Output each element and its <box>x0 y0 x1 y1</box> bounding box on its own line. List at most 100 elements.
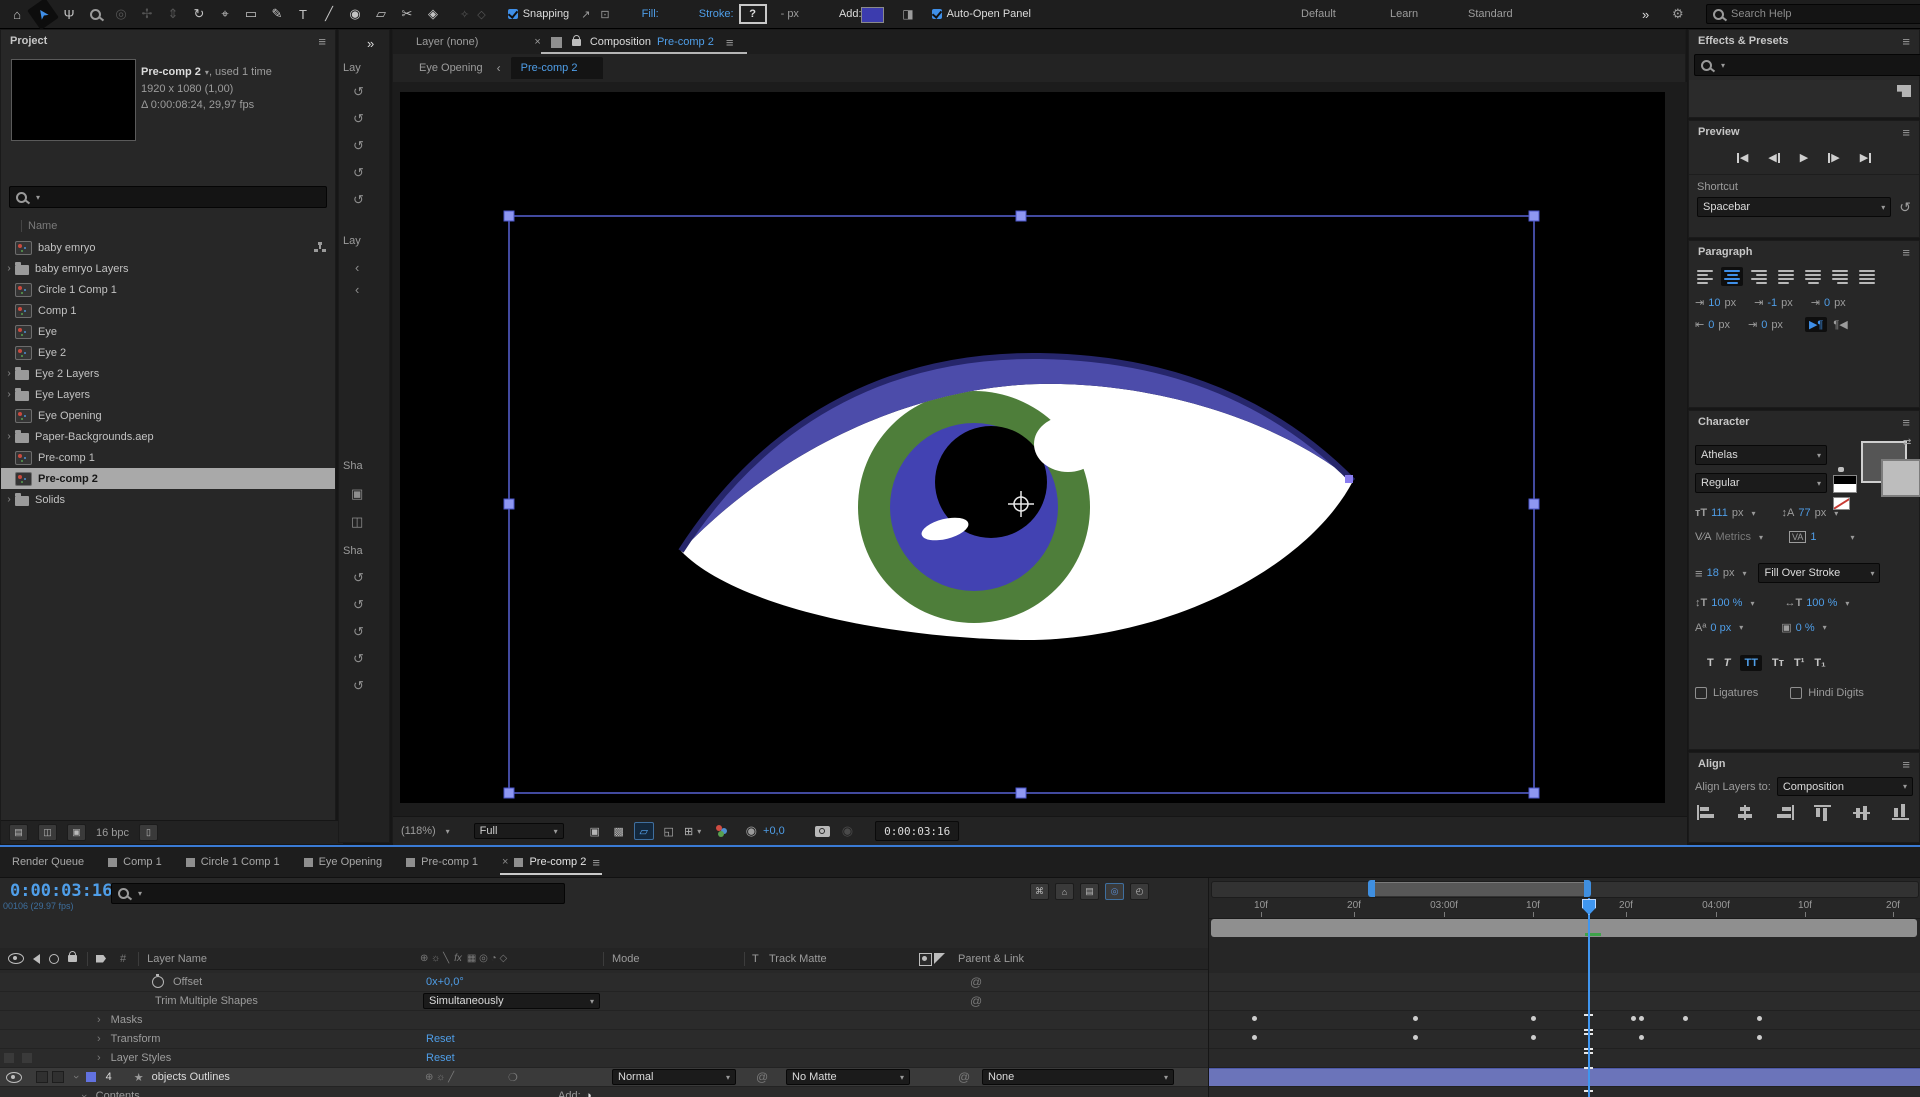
align-right-button[interactable] <box>1748 267 1770 286</box>
collapsed-tab-shape-2[interactable]: Sha <box>343 545 363 557</box>
expand-icon[interactable]: › <box>3 431 15 442</box>
collapsed-tool-icon[interactable]: ↺ <box>353 678 364 705</box>
stroke-color-swatch[interactable] <box>1881 459 1920 497</box>
motion-blur-icon[interactable]: ◎ <box>1105 883 1124 900</box>
panel-menu-icon[interactable]: ≡ <box>1902 757 1910 772</box>
dolly-camera-tool[interactable]: ⇕ <box>161 3 185 25</box>
crumb-eye-opening[interactable]: Eye Opening <box>419 62 483 74</box>
collapsed-tool-icon[interactable]: ↺ <box>353 651 364 678</box>
align-left-button[interactable] <box>1694 267 1716 286</box>
panel-menu-icon[interactable]: ≡ <box>1902 125 1910 140</box>
time-navigator-bar[interactable] <box>1211 919 1917 937</box>
timeline-tab-comp-1[interactable]: Comp 1 <box>96 847 174 877</box>
trim-multiple-shapes-row[interactable]: Trim Multiple Shapes Simultaneously▾ @ <box>0 992 1208 1011</box>
toggle-panel-icon[interactable]: ◨ <box>902 7 913 21</box>
collapsed-tool-icon[interactable]: ◫ <box>351 514 363 542</box>
font-size-value[interactable]: 111 <box>1711 507 1728 519</box>
collapsed-tool-icon[interactable]: ▣ <box>351 486 363 514</box>
baseline-shift-value[interactable]: 0 px <box>1710 622 1731 634</box>
home-tool[interactable]: ⌂ <box>5 3 29 25</box>
clone-stamp-tool[interactable]: ◉ <box>343 3 367 25</box>
panel-menu-icon[interactable]: ≡ <box>592 855 600 870</box>
project-item-comp-1[interactable]: Comp 1 <box>1 300 335 321</box>
time-ruler[interactable]: 10f20f03:00f10f20f04:00f10f20f <box>1209 898 1920 919</box>
search-options-icon[interactable]: ▾ <box>1721 61 1725 70</box>
expand-icon[interactable]: › <box>3 389 15 400</box>
collapsed-tool-icon[interactable]: ↺ <box>353 597 364 624</box>
align-center-button[interactable] <box>1721 267 1743 286</box>
reset-preview-icon[interactable]: ↺ <box>1899 199 1911 216</box>
workspace-standard[interactable]: Standard <box>1468 8 1513 20</box>
ltr-direction-button[interactable]: ▶¶ <box>1805 317 1827 332</box>
trash-icon[interactable]: ▯ <box>139 824 158 841</box>
close-tab-icon[interactable]: × <box>502 856 508 868</box>
exposure-value[interactable]: +0,0 <box>763 825 785 837</box>
play-button[interactable]: ▶ <box>1794 149 1814 166</box>
horizontal-scale-value[interactable]: 100 % <box>1806 597 1837 609</box>
masks-group-row[interactable]: › Masks <box>0 1011 1208 1030</box>
lock-column-icon[interactable] <box>68 955 77 962</box>
zoom-tool[interactable] <box>83 3 107 25</box>
snapping-checkbox[interactable] <box>508 9 518 19</box>
search-options-icon[interactable]: ▾ <box>138 889 142 898</box>
snap-to-features-icon[interactable]: ⊡ <box>600 8 609 21</box>
work-area-segment[interactable] <box>1375 882 1584 896</box>
lasso-icon[interactable]: ◇ <box>477 8 485 21</box>
workspace-learn[interactable]: Learn <box>1390 8 1418 20</box>
project-item-eye-2-layers[interactable]: ›Eye 2 Layers <box>1 363 335 384</box>
fast-previews-icon[interactable]: ▣ <box>586 823 604 839</box>
small-caps-button[interactable]: Tᴛ <box>1772 657 1784 669</box>
collapsed-tool-icon[interactable]: ↺ <box>353 138 364 165</box>
align-bottom-edges-button[interactable] <box>1892 805 1911 820</box>
leading-value[interactable]: 77 <box>1798 507 1810 519</box>
align-vertical-center-button[interactable] <box>1853 805 1872 820</box>
timeline-tab-pre-comp-2[interactable]: ×Pre-comp 2≡ <box>490 847 612 877</box>
auto-open-checkbox[interactable] <box>932 9 942 19</box>
name-column-header[interactable]: Name <box>21 220 57 232</box>
collapsed-tool-icon[interactable]: ↺ <box>353 84 364 111</box>
snap-along-edges-icon[interactable]: ↗ <box>581 8 590 21</box>
label-column-icon[interactable] <box>96 955 106 963</box>
expand-icon[interactable]: › <box>97 1014 101 1026</box>
previous-frame-button[interactable]: ◀ <box>1762 149 1785 166</box>
layer-name-column-header[interactable]: Layer Name <box>147 953 207 965</box>
blend-mode-select[interactable]: Normal▾ <box>612 1069 736 1085</box>
effects-search-box[interactable]: ▾ <box>1694 54 1920 76</box>
collapsed-tool-icon[interactable]: ↺ <box>353 624 364 651</box>
timeline-tab-render-queue[interactable]: Render Queue <box>0 847 96 877</box>
solo-column-icon[interactable] <box>49 954 59 964</box>
expand-panel-icon[interactable] <box>1897 85 1911 97</box>
stopwatch-icon[interactable] <box>152 976 164 988</box>
trim-mode-select[interactable]: Simultaneously▾ <box>423 993 600 1009</box>
justify-all-button[interactable] <box>1856 267 1878 286</box>
collapsed-tab-layer[interactable]: Lay <box>343 62 361 74</box>
interpret-footage-icon[interactable]: ▤ <box>9 824 28 841</box>
keyframe-transform[interactable] <box>1639 1035 1644 1040</box>
keyframe-masks[interactable] <box>1631 1016 1636 1021</box>
current-timecode[interactable]: 0:00:03:16 <box>10 881 112 901</box>
layer-switches[interactable]: ⊕ ☼ ╱ <box>425 1072 454 1083</box>
tab-layer[interactable]: Layer (none) <box>416 36 478 48</box>
space-after-value[interactable]: 0 <box>1761 319 1767 331</box>
subscript-button[interactable]: T₁ <box>1814 657 1825 669</box>
layer-styles-group-row[interactable]: › Layer Styles Reset <box>0 1049 1208 1068</box>
crumb-current-tab[interactable]: Pre-comp 2 <box>511 57 604 79</box>
pen-tool[interactable]: ✎ <box>265 3 289 25</box>
workspace-settings-icon[interactable]: ⚙ <box>1672 6 1684 22</box>
expand-icon[interactable]: › <box>97 1052 101 1064</box>
collapsed-tool-icon[interactable]: ↺ <box>353 570 364 597</box>
keyframe-transform[interactable] <box>1531 1035 1536 1040</box>
info-name[interactable]: Pre-comp 2 <box>141 66 201 78</box>
grid-guides-icon[interactable]: ⊞▾ <box>684 823 702 839</box>
pan-camera-tool[interactable]: ✢ <box>135 3 159 25</box>
transform-group-row[interactable]: › Transform Reset <box>0 1030 1208 1049</box>
create-folder-icon[interactable]: ◫ <box>38 824 57 841</box>
keyframe-masks[interactable] <box>1639 1016 1644 1021</box>
project-search-input[interactable] <box>45 190 320 204</box>
collapsed-tool-icon[interactable]: ‹ <box>355 282 359 304</box>
last-frame-button[interactable]: ▶ <box>1854 149 1877 166</box>
ligatures-checkbox[interactable] <box>1695 687 1707 699</box>
swap-fill-stroke-icon[interactable]: ⇄ <box>1903 437 1911 448</box>
timeline-search-box[interactable]: ▾ <box>111 883 565 904</box>
panel-menu-icon[interactable]: ≡ <box>1902 34 1910 49</box>
